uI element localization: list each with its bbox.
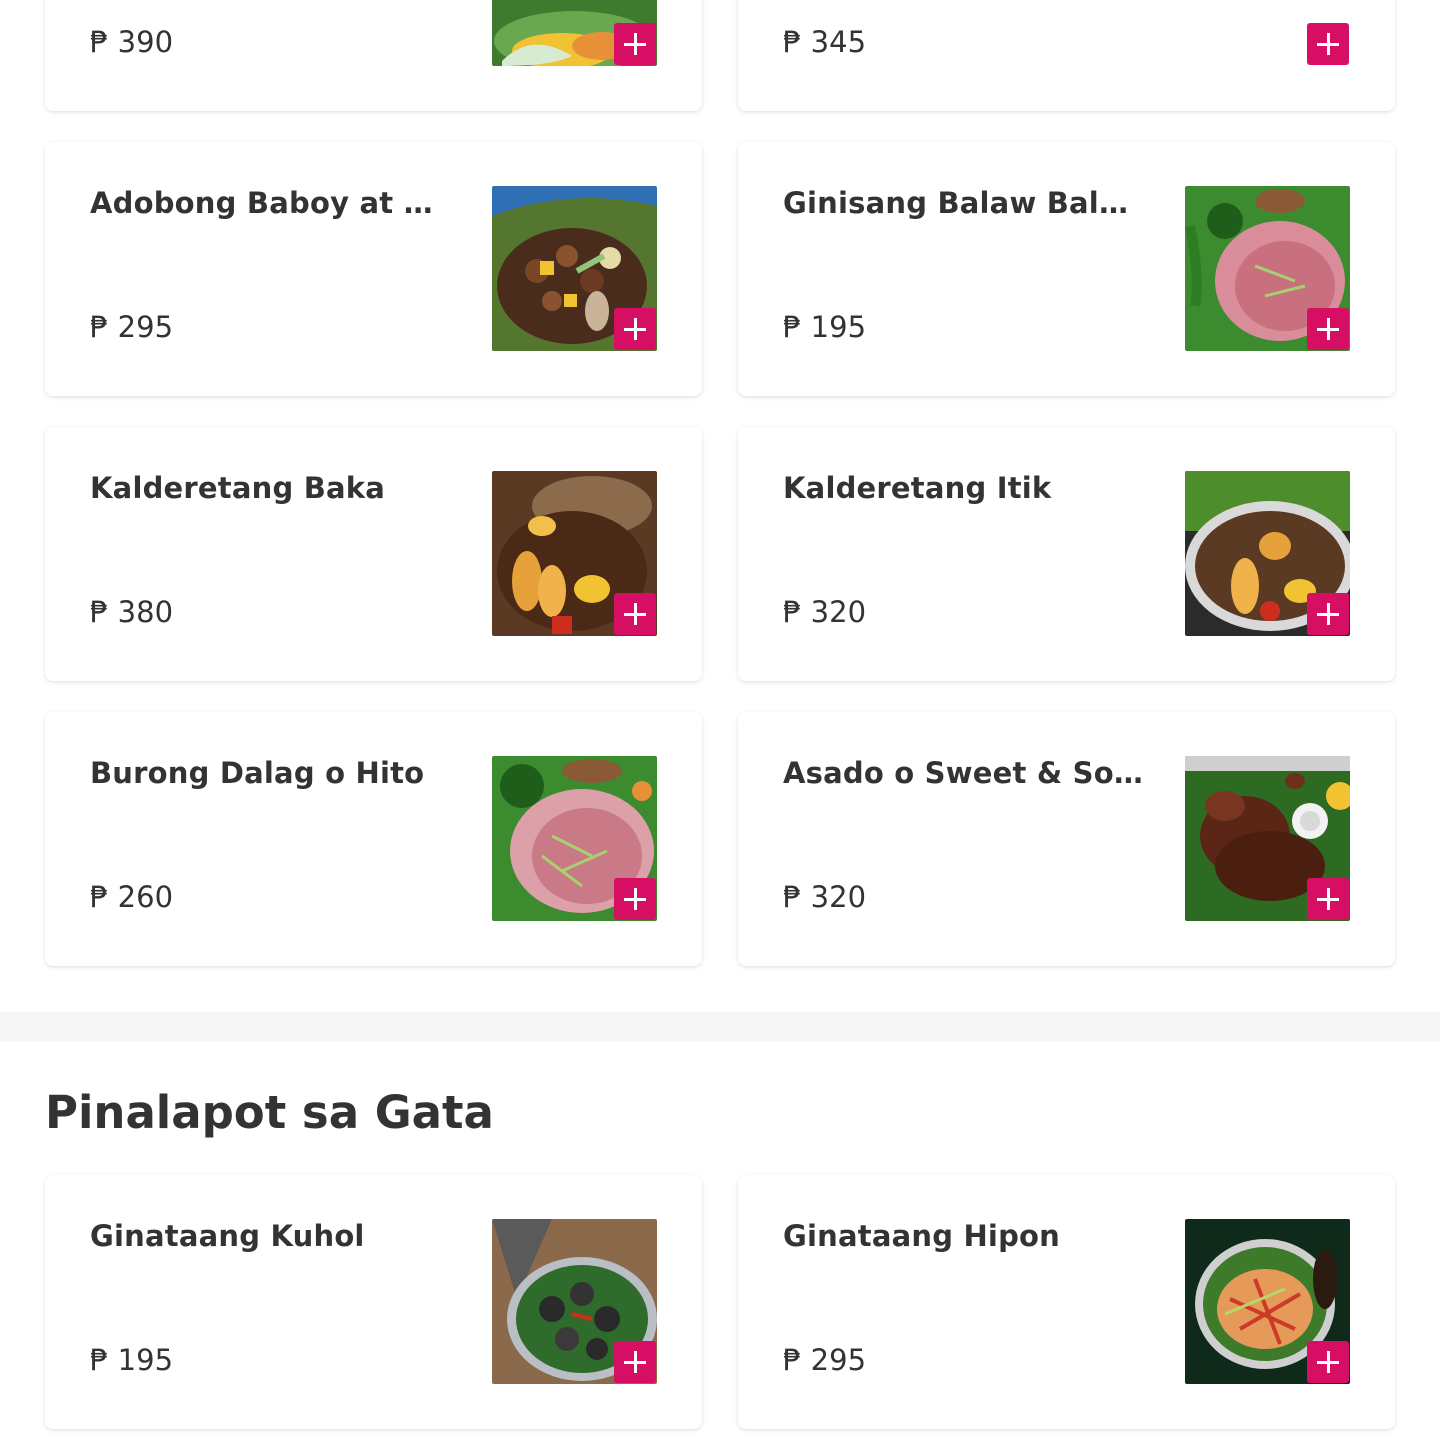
plus-icon bbox=[1317, 603, 1339, 625]
menu-item-card[interactable]: Kalderetang Baka ₱ 380 bbox=[45, 427, 702, 681]
plus-icon bbox=[1317, 33, 1339, 55]
add-to-cart-button[interactable] bbox=[1307, 308, 1349, 350]
plus-icon bbox=[624, 603, 646, 625]
item-price: ₱ 390 bbox=[90, 25, 174, 59]
add-to-cart-button[interactable] bbox=[614, 308, 656, 350]
plus-icon bbox=[1317, 318, 1339, 340]
menu-item-card[interactable]: ₱ 345 bbox=[738, 0, 1395, 111]
plus-icon bbox=[1317, 888, 1339, 910]
section-title: Pinalapot sa Gata bbox=[45, 1086, 494, 1139]
item-price: ₱ 195 bbox=[90, 1343, 174, 1377]
menu-item-card[interactable]: Kalderetang Itik ₱ 320 bbox=[738, 427, 1395, 681]
plus-icon bbox=[624, 1351, 646, 1373]
add-to-cart-button[interactable] bbox=[1307, 1341, 1349, 1383]
menu-item-card[interactable]: ₱ 390 bbox=[45, 0, 702, 111]
item-name: Asado o Sweet & Sour I... bbox=[783, 756, 1143, 790]
add-to-cart-button[interactable] bbox=[1307, 878, 1349, 920]
item-price: ₱ 320 bbox=[783, 880, 867, 914]
plus-icon bbox=[1317, 1351, 1339, 1373]
menu-item-card[interactable]: Ginisang Balaw Balaw ... ₱ 195 bbox=[738, 142, 1395, 396]
add-to-cart-button[interactable] bbox=[1307, 593, 1349, 635]
menu-item-card[interactable]: Asado o Sweet & Sour I... ₱ 320 bbox=[738, 712, 1395, 966]
item-price: ₱ 320 bbox=[783, 595, 867, 629]
item-name: Ginataang Hipon bbox=[783, 1219, 1060, 1253]
add-to-cart-button[interactable] bbox=[614, 23, 656, 65]
add-to-cart-button[interactable] bbox=[614, 593, 656, 635]
item-name: Ginisang Balaw Balaw ... bbox=[783, 186, 1143, 220]
item-name: Kalderetang Itik bbox=[783, 471, 1052, 505]
item-price: ₱ 260 bbox=[90, 880, 174, 914]
add-to-cart-button[interactable] bbox=[614, 878, 656, 920]
menu-item-card[interactable]: Ginataang Hipon ₱ 295 bbox=[738, 1175, 1395, 1429]
item-price: ₱ 295 bbox=[783, 1343, 867, 1377]
item-name: Kalderetang Baka bbox=[90, 471, 386, 505]
item-name: Ginataang Kuhol bbox=[90, 1219, 365, 1253]
item-name: Burong Dalag o Hito bbox=[90, 756, 425, 790]
add-to-cart-button[interactable] bbox=[1307, 23, 1349, 65]
item-price: ₱ 295 bbox=[90, 310, 174, 344]
item-price: ₱ 345 bbox=[783, 25, 867, 59]
item-price: ₱ 195 bbox=[783, 310, 867, 344]
plus-icon bbox=[624, 318, 646, 340]
add-to-cart-button[interactable] bbox=[614, 1341, 656, 1383]
plus-icon bbox=[624, 33, 646, 55]
item-price: ₱ 380 bbox=[90, 595, 174, 629]
menu-item-card[interactable]: Burong Dalag o Hito ₱ 260 bbox=[45, 712, 702, 966]
menu-item-card[interactable]: Adobong Baboy at Ma... ₱ 295 bbox=[45, 142, 702, 396]
section-divider bbox=[0, 1012, 1440, 1042]
menu-item-card[interactable]: Ginataang Kuhol ₱ 195 bbox=[45, 1175, 702, 1429]
item-name: Adobong Baboy at Ma... bbox=[90, 186, 450, 220]
plus-icon bbox=[624, 888, 646, 910]
